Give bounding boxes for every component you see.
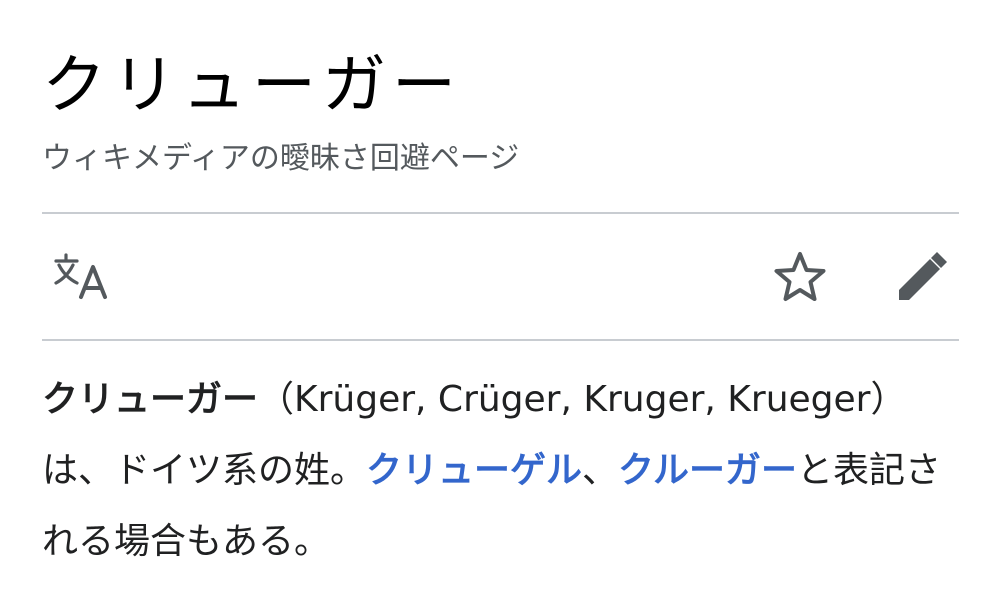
- lead-term: クリューガー: [42, 379, 259, 420]
- star-outline-icon: [774, 252, 826, 301]
- link-separator: 、: [582, 450, 619, 491]
- article-content: クリューガー（Krüger, Crüger, Kruger, Krueger）は…: [42, 364, 959, 577]
- watch-button[interactable]: [763, 240, 837, 314]
- link-kryugeru[interactable]: クリューゲル: [366, 450, 582, 491]
- lead-paragraph: クリューガー（Krüger, Crüger, Kruger, Krueger）は…: [42, 364, 959, 577]
- link-kuruga[interactable]: クルーガー: [618, 450, 797, 491]
- page-subtitle: ウィキメディアの曖昧さ回避ページ: [42, 141, 520, 176]
- page-actions-toolbar: [42, 214, 959, 339]
- language-button[interactable]: [46, 240, 120, 314]
- page-title: クリューガー: [42, 49, 462, 123]
- translate-icon: [54, 253, 107, 299]
- toolbar-bottom-divider: [42, 339, 959, 341]
- article-page: クリューガー ウィキメディアの曖昧さ回避ページ クリューガー（Krüger, C…: [42, 0, 959, 610]
- edit-button[interactable]: [885, 240, 959, 314]
- pencil-icon: [899, 252, 947, 300]
